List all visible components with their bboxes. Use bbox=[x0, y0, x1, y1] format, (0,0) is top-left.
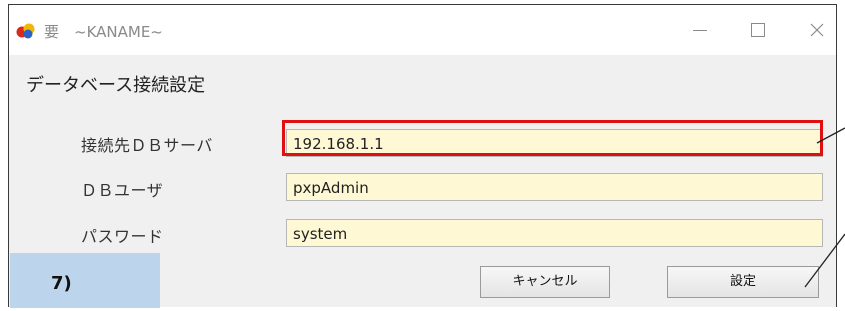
close-button[interactable] bbox=[794, 14, 840, 48]
app-logo-icon bbox=[16, 23, 35, 39]
settings-window: 要 ~KANAME~ データベース接続設定 接続先ＤＢサーバ 192.168.1… bbox=[8, 4, 837, 308]
cancel-button[interactable]: キャンセル bbox=[480, 266, 610, 298]
password-label: パスワード bbox=[81, 227, 164, 246]
db-server-input[interactable]: 192.168.1.1 bbox=[286, 129, 823, 157]
screenshot-stage: 要 ~KANAME~ データベース接続設定 接続先ＤＢサーバ 192.168.1… bbox=[0, 0, 845, 311]
step-annotation: 7) bbox=[10, 253, 160, 308]
db-server-label: 接続先ＤＢサーバ bbox=[81, 136, 213, 155]
maximize-button[interactable] bbox=[734, 14, 780, 48]
db-user-label: ＤＢユーザ bbox=[81, 181, 164, 200]
dialog-heading: データベース接続設定 bbox=[26, 75, 206, 96]
title-bar: 要 ~KANAME~ bbox=[9, 5, 836, 55]
window-title: 要 ~KANAME~ bbox=[44, 23, 163, 41]
close-icon bbox=[810, 23, 824, 37]
password-input[interactable]: system bbox=[286, 219, 823, 247]
set-button[interactable]: 設定 bbox=[667, 266, 819, 298]
step-label: 7) bbox=[51, 273, 72, 294]
db-user-input[interactable]: pxpAdmin bbox=[286, 173, 823, 201]
minimize-button[interactable] bbox=[676, 14, 722, 48]
